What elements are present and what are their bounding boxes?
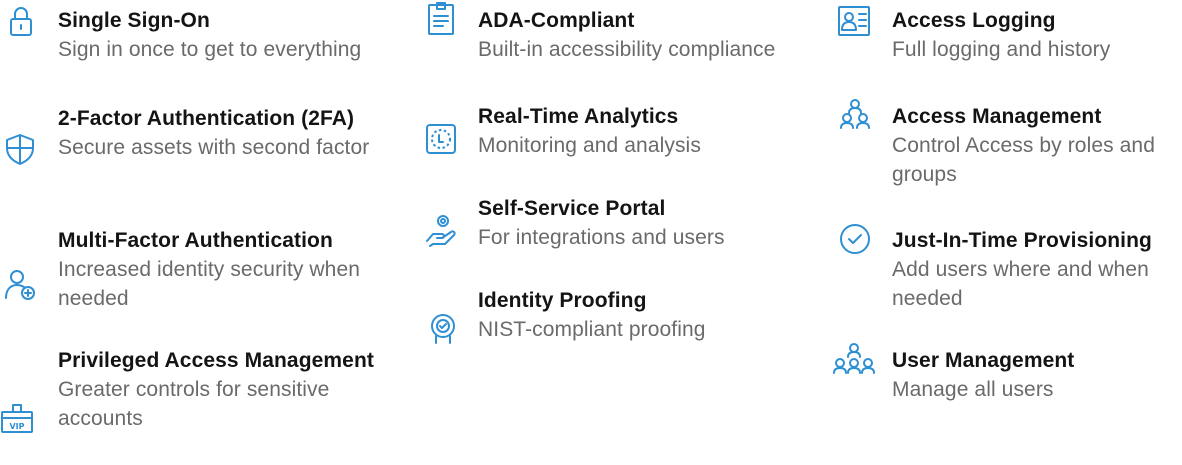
feature-title: Access Logging [892, 9, 1056, 32]
identity-proofing-icon [426, 312, 460, 346]
feature-title: Access Management [892, 105, 1102, 128]
user-add-icon [3, 268, 37, 302]
feature-title: Identity Proofing [478, 289, 647, 312]
svg-text:VIP: VIP [9, 422, 24, 431]
lock-icon [4, 4, 38, 38]
check-circle-icon [838, 222, 872, 256]
feature-description: Sign in once to get to everything [58, 38, 362, 61]
feature-title: User Management [892, 349, 1075, 372]
feature-description: Manage all users [892, 378, 1054, 401]
feature-description: For integrations and users [478, 226, 725, 249]
feature-real-time-analytics: Real-Time Analytics Monitoring and analy… [478, 102, 838, 160]
analytics-icon [424, 122, 458, 156]
feature-description: Greater controls for sensitive accounts [58, 378, 330, 430]
feature-2fa: 2-Factor Authentication (2FA) Secure ass… [58, 104, 378, 162]
feature-description: Monitoring and analysis [478, 134, 701, 157]
id-card-icon [837, 4, 871, 38]
feature-description: Built-in accessibility compliance [478, 38, 776, 61]
feature-ada-compliant: ADA-Compliant Built-in accessibility com… [478, 6, 838, 64]
feature-title: Just-In-Time Provisioning [892, 229, 1152, 252]
feature-title: ADA-Compliant [478, 9, 635, 32]
feature-description: Add users where and when needed [892, 258, 1149, 310]
users-icon [832, 342, 876, 376]
feature-single-sign-on: Single Sign-On Sign in once to get to ev… [58, 6, 398, 64]
feature-title: Single Sign-On [58, 9, 210, 32]
feature-title: Real-Time Analytics [478, 105, 679, 128]
feature-self-service-portal: Self-Service Portal For integrations and… [478, 194, 838, 252]
feature-access-management: Access Management Control Access by role… [892, 102, 1182, 189]
shield-icon [3, 132, 37, 166]
feature-description: Increased identity security when needed [58, 258, 361, 310]
feature-user-management: User Management Manage all users [892, 346, 1182, 404]
feature-description: NIST-compliant proofing [478, 318, 706, 341]
feature-description: Secure assets with second factor [58, 136, 370, 159]
group-icon [838, 98, 872, 132]
feature-title: Self-Service Portal [478, 197, 666, 220]
feature-mfa: Multi-Factor Authentication Increased id… [58, 226, 378, 313]
vip-badge-icon: VIP [0, 402, 34, 436]
feature-jit-provisioning: Just-In-Time Provisioning Add users wher… [892, 226, 1182, 313]
feature-access-logging: Access Logging Full logging and history [892, 6, 1182, 64]
document-icon [424, 2, 458, 36]
feature-title: Privileged Access Management [58, 349, 374, 372]
feature-description: Full logging and history [892, 38, 1111, 61]
feature-identity-proofing: Identity Proofing NIST-compliant proofin… [478, 286, 838, 344]
feature-description: Control Access by roles and groups [892, 134, 1155, 186]
feature-title: Multi-Factor Authentication [58, 229, 333, 252]
feature-title: 2-Factor Authentication (2FA) [58, 107, 355, 130]
hand-user-icon [424, 214, 458, 248]
feature-pam: Privileged Access Management Greater con… [58, 346, 378, 433]
